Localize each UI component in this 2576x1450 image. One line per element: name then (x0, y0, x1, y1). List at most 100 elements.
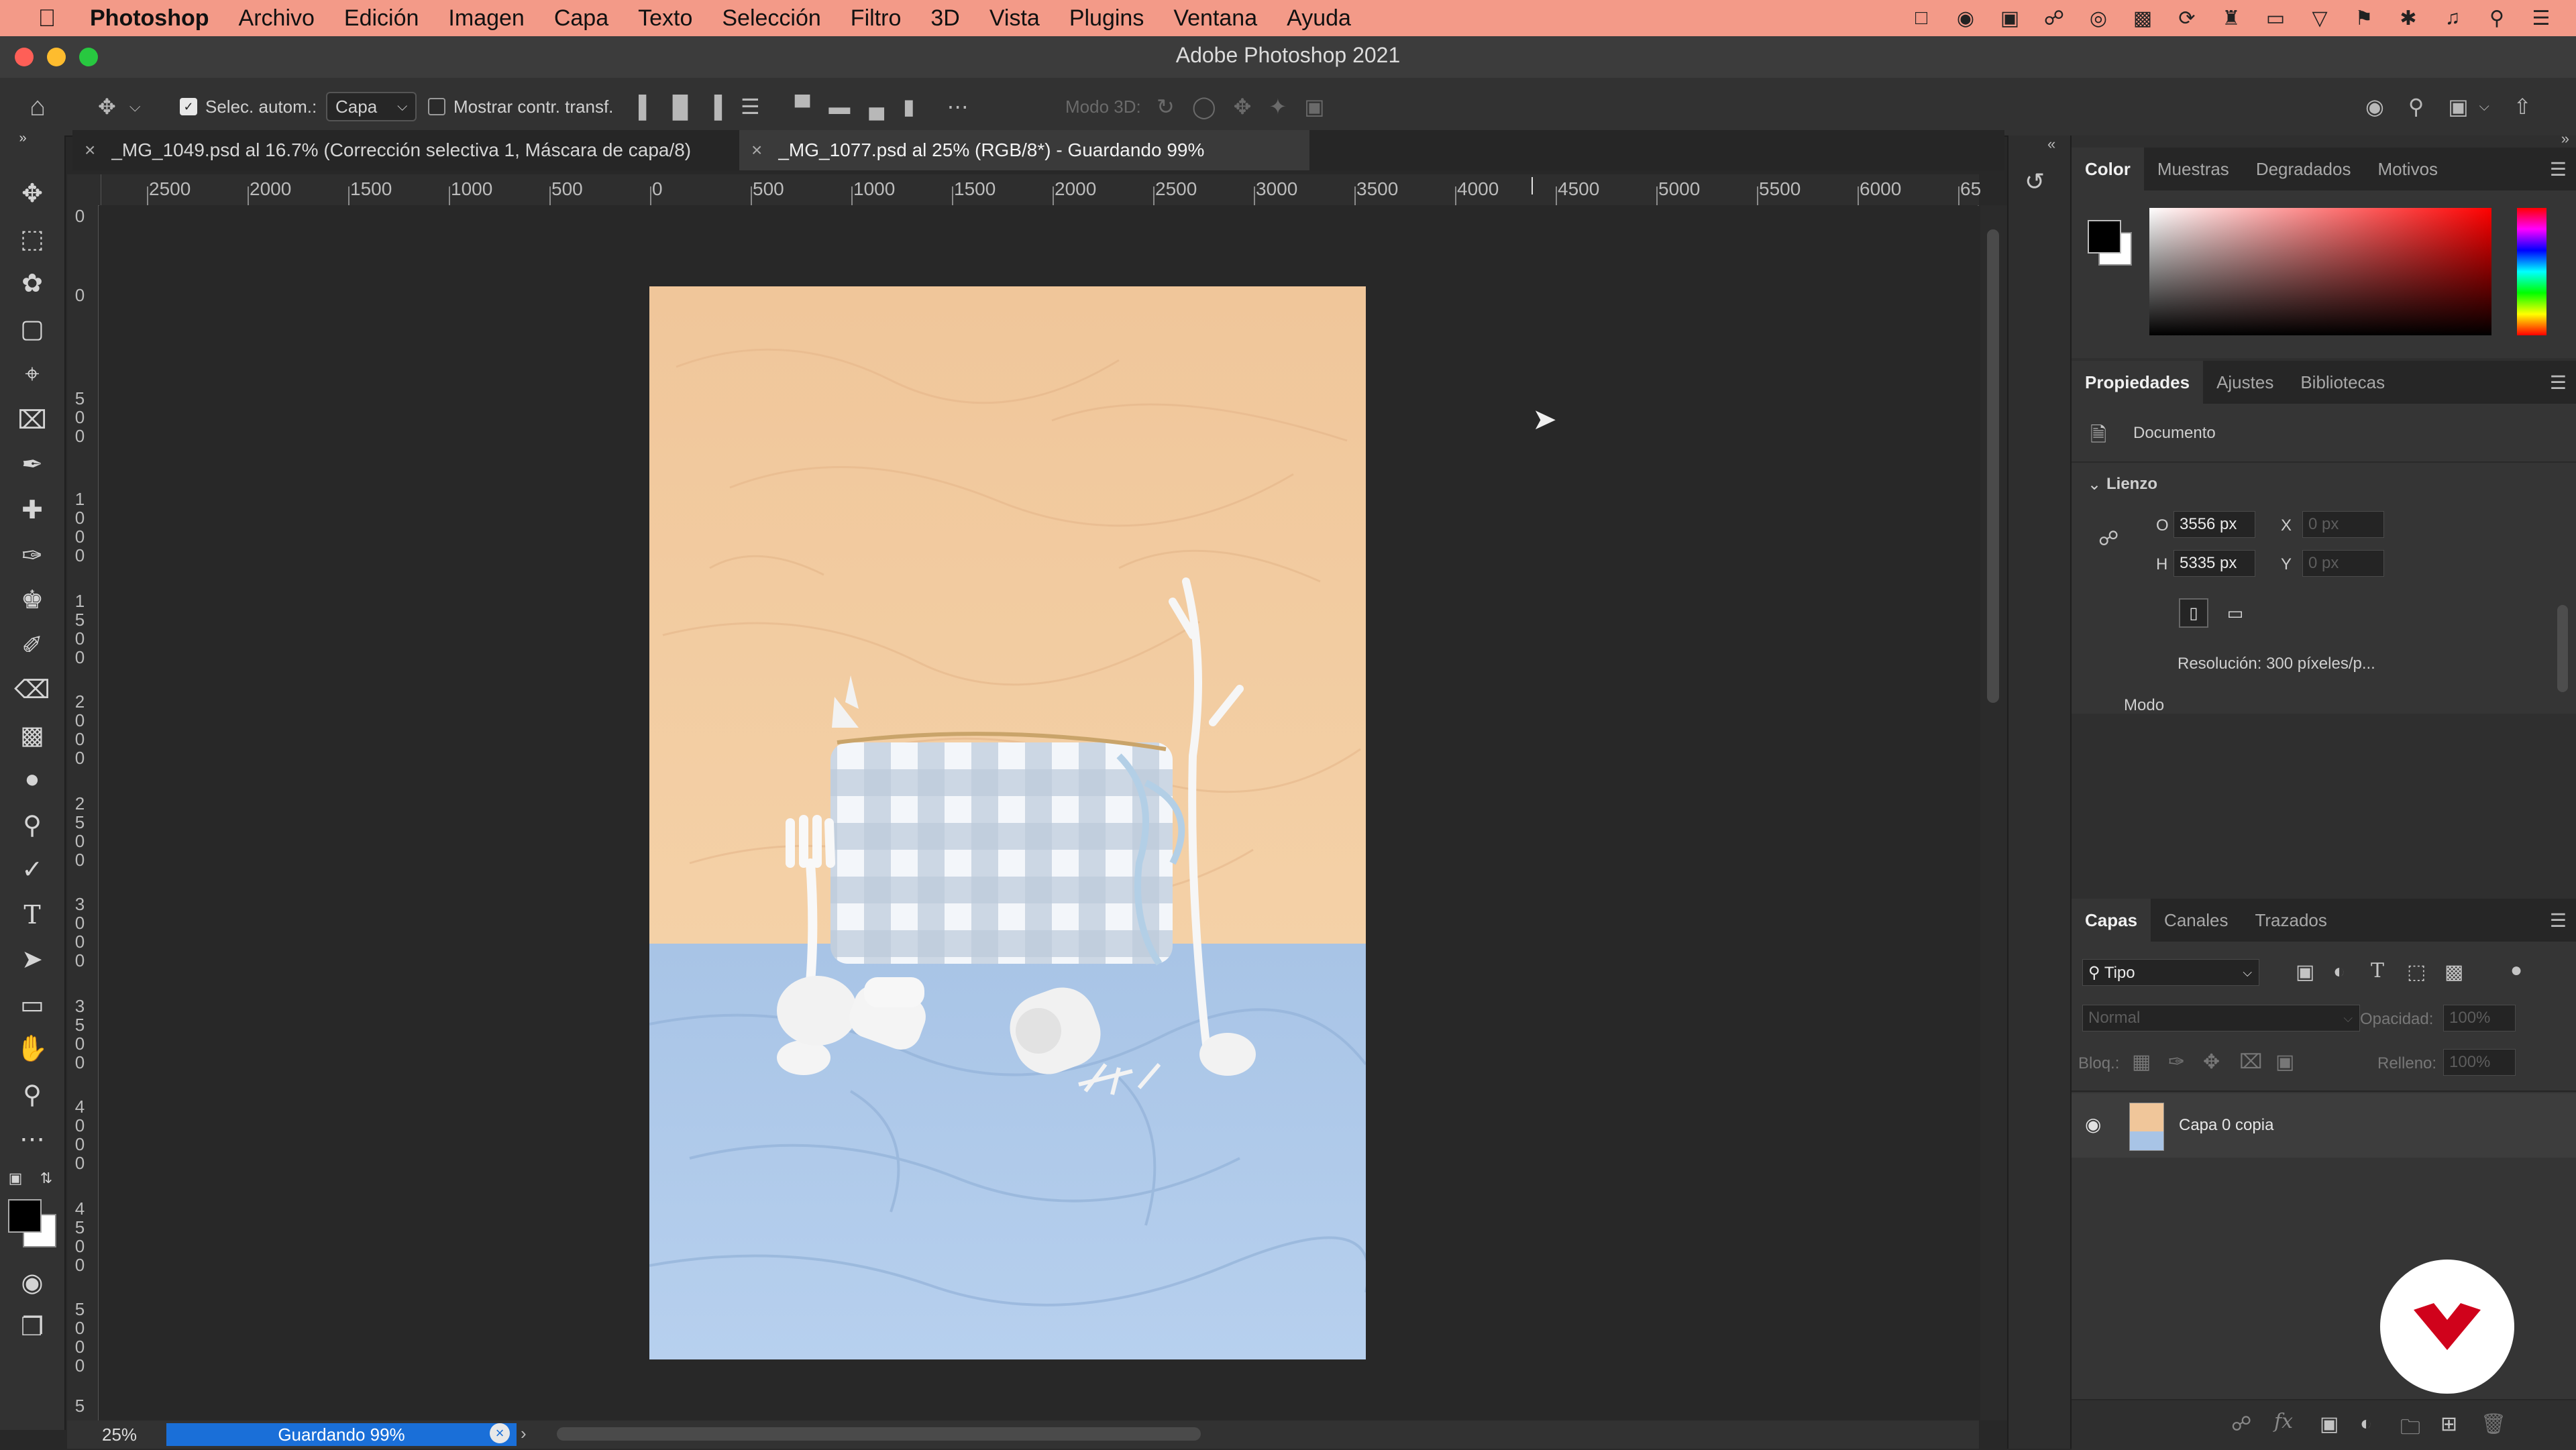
crop-tool-icon[interactable]: ⌖ (15, 357, 50, 392)
home-app-icon[interactable]: ♜ (2216, 5, 2246, 32)
home-icon[interactable]: ⌂ (30, 78, 46, 135)
link-icon[interactable]: ☍ (2039, 5, 2069, 32)
menu-filtro[interactable]: Filtro (851, 5, 902, 32)
fill-field[interactable]: 100% (2443, 1049, 2516, 1076)
link-layers-icon[interactable]: ☍ (2231, 1412, 2251, 1436)
quick-mask-icon[interactable]: ◉ (15, 1265, 50, 1300)
search-icon[interactable]: ⚲ (2408, 94, 2424, 119)
menu-capa[interactable]: Capa (554, 5, 608, 32)
expand-panels-icon[interactable]: » (2561, 130, 2569, 148)
menu-ayuda[interactable]: Ayuda (1287, 5, 1351, 32)
tab-ajustes[interactable]: Ajustes (2203, 361, 2287, 404)
expand-toolbar-icon[interactable]: » (5, 130, 40, 146)
shortcut-icon[interactable]: ▩ (2128, 5, 2157, 32)
ruler-origin[interactable] (67, 174, 101, 206)
learn-icon[interactable]: ◉ (2365, 94, 2384, 119)
collapse-panels-icon[interactable]: « (2047, 135, 2055, 153)
sync-icon[interactable]: ⟳ (2172, 5, 2202, 32)
tab-capas[interactable]: Capas (2072, 899, 2151, 942)
x-field[interactable]: 0 px (2302, 511, 2384, 538)
move-tool-icon[interactable]: ✥ (15, 176, 50, 211)
auto-select-checkbox[interactable]: ✓ Selec. autom.: (180, 78, 317, 135)
align-top-icon[interactable]: ▀ (795, 95, 810, 119)
control-center-icon[interactable]: ☰ (2526, 5, 2556, 32)
screen-mode-icon[interactable]: ❐ (15, 1309, 50, 1344)
tab-trazados[interactable]: Trazados (2241, 899, 2340, 942)
tab-degradados[interactable]: Degradados (2243, 148, 2365, 190)
roll-3d-icon[interactable]: ◯ (1192, 94, 1216, 119)
battery-icon[interactable]: ▭ (2261, 5, 2290, 32)
filter-pixel-icon[interactable]: ▣ (2296, 960, 2314, 984)
delete-layer-icon[interactable]: 🗑 (2481, 1412, 2506, 1436)
eyedropper-tool-icon[interactable]: ✒ (15, 447, 50, 482)
filter-shape-icon[interactable]: ⬚ (2407, 960, 2426, 984)
color-panel-menu-icon[interactable]: ☰ (2550, 158, 2567, 180)
tab-mg-1077[interactable]: × _MG_1077.psd al 25% (RGB/8*) - Guardan… (739, 130, 1309, 170)
close-tab-icon[interactable]: × (751, 140, 762, 161)
layer-name[interactable]: Capa 0 copia (2179, 1116, 2273, 1135)
swap-colors-icon[interactable]: ⇅ (36, 1168, 56, 1188)
lasso-tool-icon[interactable]: ✿ (15, 266, 50, 300)
eraser-tool-icon[interactable]: ⌫ (14, 672, 50, 707)
horizontal-scrollbar-thumb[interactable] (557, 1427, 1201, 1441)
volume-icon[interactable]: ♫ (2438, 5, 2467, 32)
section-chevron-icon[interactable]: ⌄ (2088, 475, 2101, 494)
gradient-tool-icon[interactable]: ▩ (15, 718, 50, 752)
align-center-h-icon[interactable]: █ (673, 95, 688, 119)
more-options-icon[interactable]: ⋯ (947, 94, 969, 119)
layer-style-fx-icon[interactable]: fx (2274, 1410, 2293, 1433)
menu-3d[interactable]: 3D (930, 5, 959, 32)
menu-edicion[interactable]: Edición (344, 5, 419, 32)
eye-visibility-icon[interactable]: ◉ (2085, 1113, 2101, 1135)
rectangle-tool-icon[interactable]: ▭ (15, 987, 50, 1022)
history-brush-tool-icon[interactable]: ✐ (15, 628, 50, 663)
landscape-orientation-icon[interactable]: ▭ (2220, 598, 2250, 628)
new-adjustment-layer-icon[interactable]: ◐ (2360, 1412, 2372, 1435)
link-dimensions-icon[interactable]: ☍ (2098, 527, 2118, 551)
edit-toolbar-icon[interactable]: ⋯ (15, 1121, 50, 1156)
properties-panel-menu-icon[interactable]: ☰ (2550, 372, 2567, 394)
lock-position-icon[interactable]: ✥ (2203, 1050, 2220, 1074)
menu-archivo[interactable]: Archivo (239, 5, 315, 32)
filter-type-icon[interactable]: T (2371, 959, 2384, 983)
app-status-icon[interactable]: ▣ (1995, 5, 2025, 32)
blur-tool-icon[interactable]: ● (15, 762, 50, 797)
tab-mg-1049[interactable]: × _MG_1049.psd al 16.7% (Corrección sele… (72, 130, 737, 170)
pen-tool-icon[interactable]: ✓ (15, 852, 50, 887)
tab-muestras[interactable]: Muestras (2144, 148, 2243, 190)
distribute-v-icon[interactable]: ▮ (903, 94, 915, 119)
menu-texto[interactable]: Texto (638, 5, 692, 32)
path-selection-tool-icon[interactable]: ➤ (15, 942, 50, 977)
screen-share-icon[interactable]: □ (1907, 5, 1936, 32)
type-tool-icon[interactable]: T (15, 897, 50, 932)
lock-artboard-icon[interactable]: ⌧ (2239, 1050, 2263, 1074)
bluetooth-icon[interactable]: ✱ (2394, 5, 2423, 32)
dodge-tool-icon[interactable]: ⚲ (15, 807, 50, 842)
tab-propiedades[interactable]: Propiedades (2072, 361, 2204, 404)
orbit-3d-icon[interactable]: ↻ (1157, 94, 1175, 119)
default-colors-icon[interactable]: ▣ (5, 1168, 25, 1188)
layer-row[interactable]: ◉ Capa 0 copia (2072, 1093, 2576, 1158)
add-mask-icon[interactable]: ▣ (2320, 1412, 2339, 1436)
align-left-icon[interactable]: ▌ (639, 95, 654, 119)
floating-logo[interactable] (2380, 1260, 2514, 1394)
marquee-tool-icon[interactable]: ⬚ (15, 221, 50, 256)
filter-smart-object-icon[interactable]: ▩ (2445, 960, 2463, 984)
lock-pixels-icon[interactable]: ✑ (2168, 1050, 2185, 1074)
menu-app-name[interactable]: Photoshop (90, 5, 209, 32)
blend-mode-dropdown[interactable]: Normal ⌵ (2082, 1005, 2360, 1031)
height-field[interactable]: 5335 px (2174, 550, 2255, 577)
layer-filter-dropdown[interactable]: ⚲ Tipo ⌵ (2082, 959, 2259, 986)
menu-plugins[interactable]: Plugins (1069, 5, 1144, 32)
slide-3d-icon[interactable]: ✦ (1269, 94, 1287, 119)
object-selection-tool-icon[interactable]: ▢ (15, 311, 50, 346)
lock-transparent-icon[interactable]: ▦ (2132, 1050, 2151, 1074)
show-transform-controls-checkbox[interactable]: Mostrar contr. transf. (428, 78, 613, 135)
workspace-icon[interactable]: ▣ (2448, 94, 2468, 119)
new-group-icon[interactable]: 🗀 (2400, 1412, 2420, 1447)
align-right-icon[interactable]: ▐ (706, 95, 722, 119)
document-image[interactable] (649, 286, 1366, 1359)
share-icon[interactable]: ⇧ (2514, 94, 2532, 119)
menu-ventana[interactable]: Ventana (1173, 5, 1257, 32)
tab-color[interactable]: Color (2072, 148, 2144, 190)
